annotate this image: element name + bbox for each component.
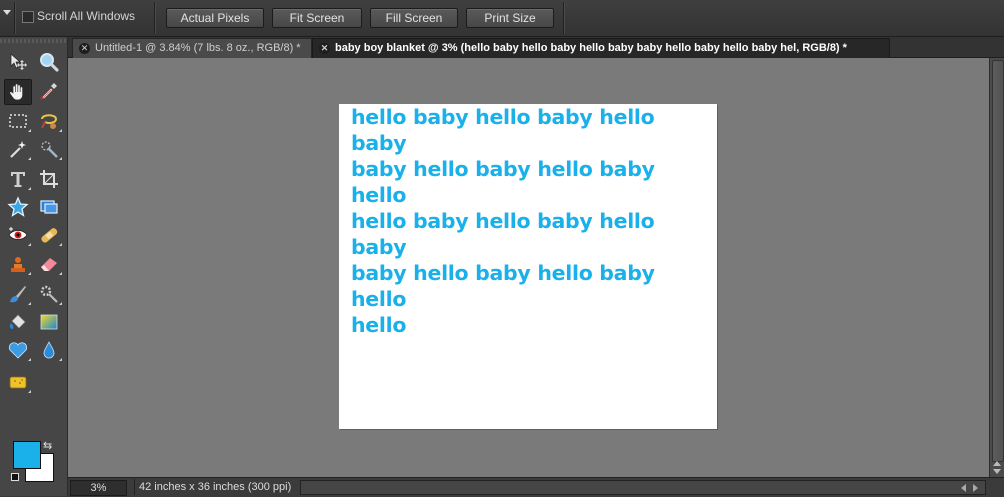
scroll-down-arrow-icon[interactable] [993, 469, 1001, 474]
zoom-tool-icon[interactable] [36, 50, 62, 74]
move-tool-icon[interactable] [5, 50, 31, 74]
marquee-tool-icon[interactable] [5, 109, 31, 133]
vertical-scrollbar[interactable] [989, 58, 1004, 477]
tab-label: Untitled-1 @ 3.84% (7 lbs. 8 oz., RGB/8)… [95, 42, 301, 54]
fit-screen-button[interactable]: Fit Screen [272, 8, 362, 28]
brush-tool-icon[interactable] [5, 282, 31, 306]
text-line: hello baby hello baby hello baby [351, 209, 655, 259]
scroll-left-arrow-icon[interactable] [961, 484, 966, 492]
options-bar: Scroll All Windows Actual Pixels Fit Scr… [0, 0, 1004, 37]
lasso-tool-icon[interactable] [36, 109, 62, 133]
default-colors-icon[interactable] [11, 473, 19, 481]
magic-wand-tool-icon[interactable] [5, 137, 31, 161]
document-tab-bar: ✕ Untitled-1 @ 3.84% (7 lbs. 8 oz., RGB/8… [68, 37, 1004, 58]
straighten-tool-icon[interactable] [36, 195, 62, 219]
document-canvas[interactable]: hello baby hello baby hello baby baby he… [339, 104, 717, 429]
options-separator [563, 2, 565, 34]
foreground-color-swatch[interactable] [13, 441, 41, 469]
cookie-cutter-tool-icon[interactable] [5, 195, 31, 219]
scroll-all-windows-label: Scroll All Windows [37, 9, 136, 23]
canvas-workspace[interactable]: hello baby hello baby hello baby baby he… [68, 58, 989, 477]
hand-tool-icon[interactable] [4, 79, 32, 105]
status-bar: 3% 42 inches x 36 inches (300 ppi) [68, 477, 1004, 497]
text-line: baby hello baby hello baby hello [351, 157, 655, 207]
text-line: hello [351, 313, 407, 337]
tab-label: baby boy blanket @ 3% (hello baby hello … [335, 42, 847, 54]
text-line: hello baby hello baby hello baby [351, 105, 655, 155]
sponge-tool-icon[interactable] [5, 370, 31, 394]
options-separator [154, 2, 156, 34]
tools-panel: ⇆ [0, 37, 68, 496]
healing-brush-tool-icon[interactable] [36, 223, 62, 247]
options-menu-arrow-icon[interactable] [3, 10, 11, 15]
actual-pixels-button[interactable]: Actual Pixels [166, 8, 264, 28]
options-separator [14, 2, 16, 34]
clone-stamp-tool-icon[interactable] [5, 252, 31, 276]
zoom-level-field[interactable]: 3% [70, 480, 127, 496]
eraser-tool-icon[interactable] [36, 252, 62, 276]
horizontal-scrollbar[interactable] [300, 480, 986, 495]
crop-tool-icon[interactable] [36, 167, 62, 191]
custom-shape-tool-icon[interactable] [5, 338, 31, 362]
eyedropper-tool-icon[interactable] [36, 79, 62, 103]
vertical-scroll-thumb[interactable] [992, 60, 1004, 462]
gradient-tool-icon[interactable] [36, 310, 62, 334]
text-line: baby hello baby hello baby hello [351, 261, 655, 311]
document-dimensions[interactable]: 42 inches x 36 inches (300 ppi) [134, 479, 299, 495]
tools-panel-grip[interactable] [0, 39, 67, 43]
swap-colors-icon[interactable]: ⇆ [43, 439, 52, 452]
scroll-all-windows-checkbox[interactable] [22, 11, 34, 23]
paint-bucket-tool-icon[interactable] [5, 310, 31, 334]
document-text-layer[interactable]: hello baby hello baby hello baby baby he… [351, 104, 713, 338]
blur-tool-icon[interactable] [36, 338, 62, 362]
quick-selection-tool-icon[interactable] [36, 137, 62, 161]
scroll-up-arrow-icon[interactable] [993, 461, 1001, 466]
scroll-right-arrow-icon[interactable] [973, 484, 978, 492]
close-tab-icon[interactable]: ✕ [79, 42, 90, 54]
print-size-button[interactable]: Print Size [466, 8, 554, 28]
tab-baby-boy-blanket[interactable]: ✕ baby boy blanket @ 3% (hello baby hello… [312, 38, 890, 58]
type-tool-icon[interactable] [5, 167, 31, 191]
smart-brush-tool-icon[interactable] [36, 282, 62, 306]
close-tab-icon[interactable]: ✕ [319, 42, 330, 54]
red-eye-tool-icon[interactable] [5, 223, 31, 247]
fill-screen-button[interactable]: Fill Screen [370, 8, 458, 28]
tab-untitled-1[interactable]: ✕ Untitled-1 @ 3.84% (7 lbs. 8 oz., RGB/8… [72, 38, 312, 58]
